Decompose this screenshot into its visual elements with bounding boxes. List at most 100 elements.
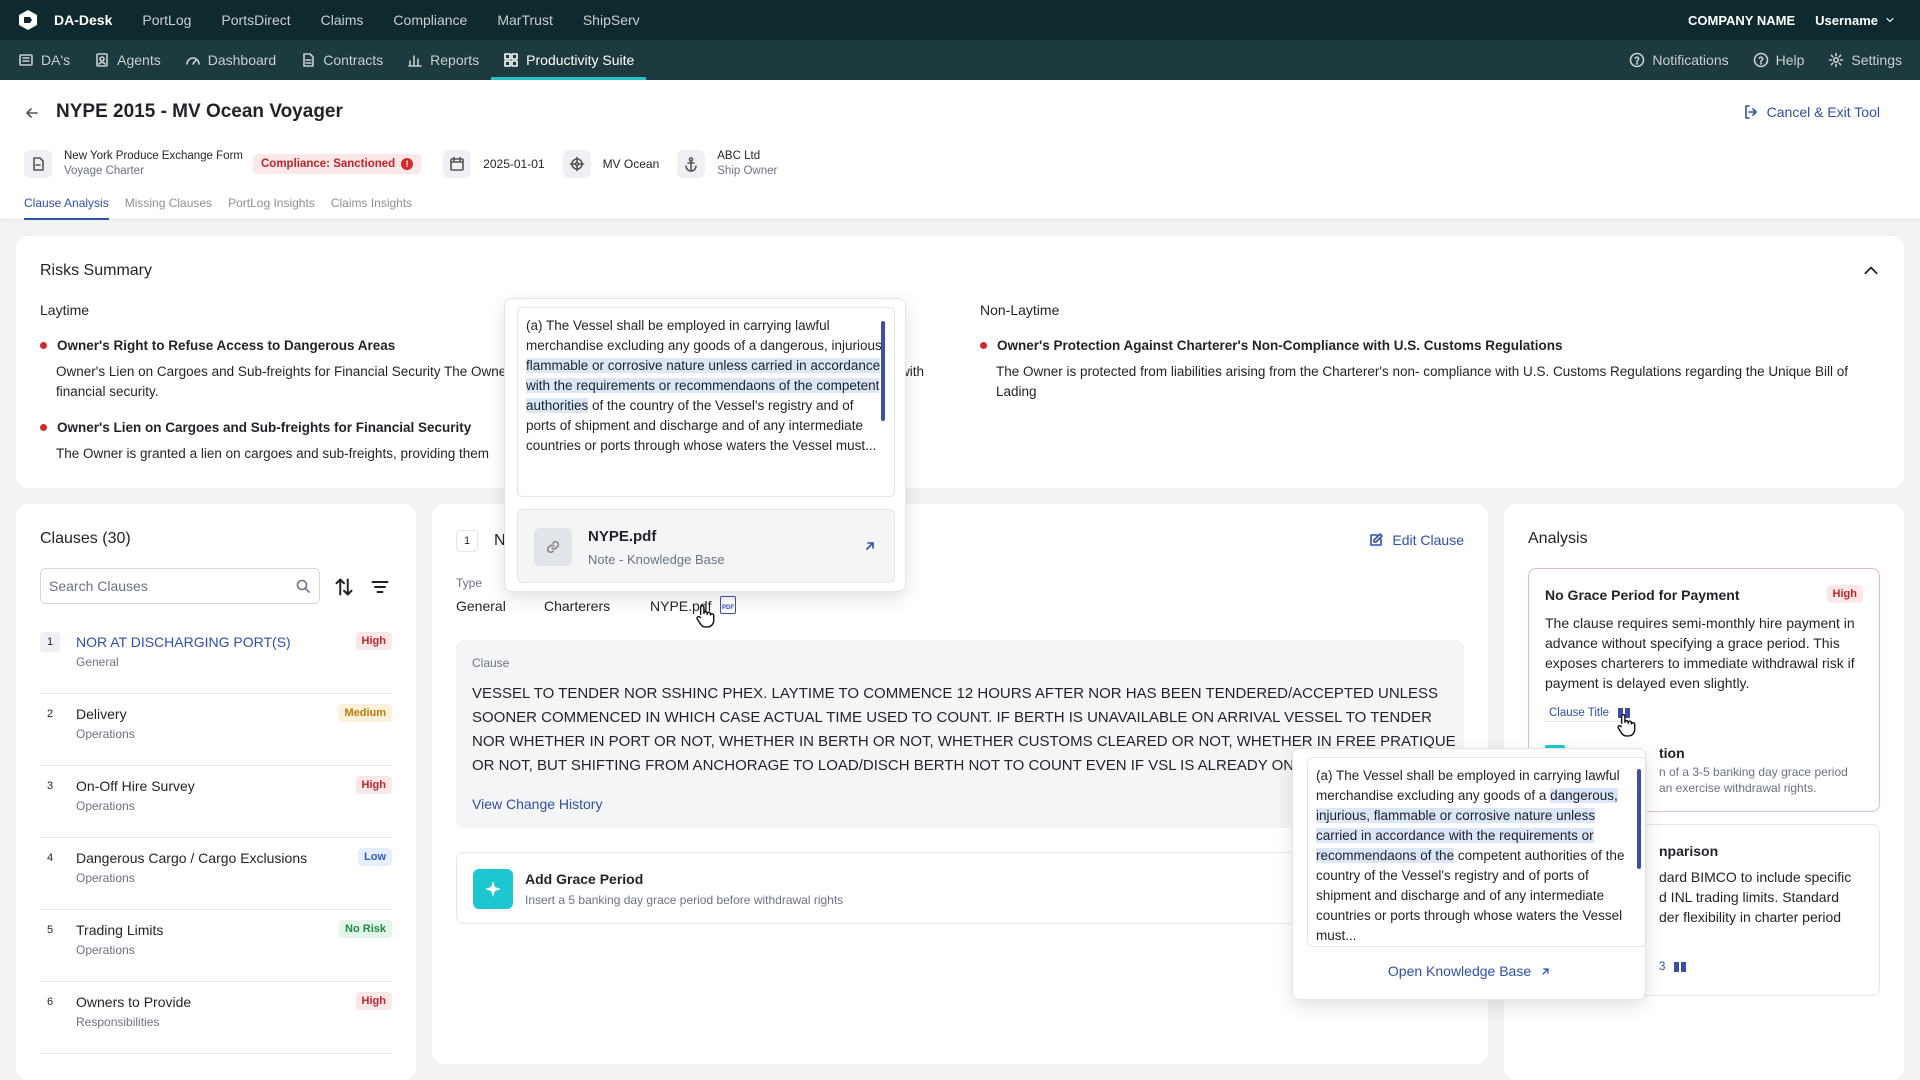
form-info: New York Produce Exchange Form Voyage Cha… — [64, 149, 243, 179]
settings-button[interactable]: Settings — [1816, 40, 1914, 80]
suggestion-title: Add Grace Period — [525, 871, 644, 887]
form-icon — [24, 150, 52, 178]
top-navigation: DA-Desk PortLog PortsDirect Claims Compl… — [0, 0, 1920, 40]
open-knowledge-base-link[interactable]: Open Knowledge Base — [1293, 963, 1647, 979]
cancel-exit-button[interactable]: Cancel & Exit Tool — [1743, 104, 1880, 120]
clause-label: Clause — [472, 656, 510, 670]
clause-number: 2 — [46, 708, 54, 720]
form-type: Voyage Charter — [64, 165, 144, 177]
subnav-label: DA's — [41, 52, 71, 68]
nav-link-claims[interactable]: Claims — [321, 12, 364, 28]
contract-meta: New York Produce Exchange Form Voyage Cha… — [24, 146, 787, 182]
calendar-icon — [443, 150, 472, 178]
party-value: Charterers — [544, 598, 611, 614]
agent-icon — [96, 53, 108, 67]
risk-title: Owner's Right to Refuse Access to Danger… — [40, 338, 395, 353]
clause-list-item[interactable]: 4 Dangerous Cargo / Cargo Exclusions Opera… — [40, 838, 392, 910]
risk-level-badge: High — [1826, 585, 1863, 603]
scrollbar-thumb[interactable] — [881, 321, 885, 421]
nav-link-compliance[interactable]: Compliance — [393, 12, 467, 28]
form-name: New York Produce Exchange Form — [64, 150, 243, 162]
gear-icon — [1829, 52, 1844, 68]
help-button[interactable]: Help — [1741, 40, 1817, 80]
sort-icon[interactable] — [334, 577, 354, 597]
risk-desc: Owner's Lien on Cargoes and Sub-freights… — [56, 364, 511, 379]
risk-desc: The Owner is granted a lien on cargoes a… — [56, 446, 489, 461]
risks-title: Risks Summary — [40, 262, 153, 279]
nav-link-martrust[interactable]: MarTrust — [497, 12, 552, 28]
tab-clause-analysis[interactable]: Clause Analysis — [24, 196, 109, 220]
file-attachment-card[interactable]: NYPE.pdf Note - Knowledge Base — [517, 509, 895, 583]
pdf-icon[interactable]: PDF — [720, 596, 736, 614]
file-subtitle: Note - Knowledge Base — [588, 552, 725, 567]
subnav-label: Agents — [117, 52, 161, 68]
comparison-reference-chip[interactable]: 3 — [1659, 961, 1687, 973]
nav-link-shipserv[interactable]: ShipServ — [583, 12, 640, 28]
arrow-left-icon[interactable] — [24, 105, 40, 121]
tab-portlog-insights[interactable]: PortLog Insights — [228, 196, 315, 220]
risk-title: Owner's Lien on Cargoes and Sub-freights… — [40, 420, 471, 435]
risk-level-badge: Medium — [338, 704, 392, 722]
clause-category: General — [76, 655, 119, 669]
subnav-item-productivity-suite[interactable]: Productivity Suite — [491, 40, 647, 80]
username-menu[interactable]: Username — [1815, 13, 1896, 28]
risk-desc: Lading — [996, 384, 1037, 399]
subnav-label: Help — [1775, 52, 1805, 68]
tab-missing-clauses[interactable]: Missing Clauses — [125, 196, 212, 220]
clause-list-item[interactable]: 2 Delivery Operations Medium — [40, 694, 392, 766]
search-placeholder: Search Clauses — [49, 578, 148, 594]
knowledge-base-popover: (a) The Vessel shall be employed in carr… — [1292, 748, 1647, 1000]
link-icon — [534, 528, 572, 566]
clause-list-item[interactable]: 5 Trading Limits Operations No Risk — [40, 910, 392, 982]
notifications-button[interactable]: Notifications — [1611, 40, 1740, 80]
clause-list-item[interactable]: 3 On-Off Hire Survey Operations High — [40, 766, 392, 838]
clause-title: Trading Limits — [76, 922, 164, 938]
clause-category: Operations — [76, 799, 135, 813]
subnav-item-das[interactable]: DA's — [0, 40, 82, 80]
type-label: Type — [456, 576, 483, 590]
external-link-icon[interactable] — [862, 538, 878, 554]
edit-clause-button[interactable]: Edit Clause — [1368, 532, 1464, 548]
risk-title: Owner's Protection Against Charterer's N… — [980, 338, 1563, 353]
view-change-history-link[interactable]: View Change History — [472, 796, 602, 812]
clause-category: Operations — [76, 943, 135, 957]
username-label: Username — [1815, 12, 1878, 28]
search-input[interactable]: Search Clauses — [40, 568, 320, 604]
nav-link-portlog[interactable]: PortLog — [142, 12, 191, 28]
recommendation-title: tion — [1659, 745, 1685, 761]
subnav-item-contracts[interactable]: Contracts — [288, 40, 395, 80]
risks-summary-card: Risks Summary Laytime Non-Laytime Owner'… — [16, 236, 1904, 488]
compliance-badge[interactable]: Compliance: Sanctioned! — [252, 154, 422, 174]
alert-icon: ! — [401, 158, 414, 170]
external-link-icon — [1542, 967, 1549, 975]
scrollbar-thumb[interactable] — [1637, 769, 1641, 869]
clause-list-item[interactable]: 1 NOR AT DISCHARGING PORT(S) General High — [40, 622, 392, 694]
owner-role: Ship Owner — [717, 165, 778, 177]
clause-number: 3 — [46, 780, 54, 792]
analysis-card-desc: The clause requires semi-monthly hire pa… — [1545, 615, 1855, 691]
tab-claims-insights[interactable]: Claims Insights — [331, 196, 412, 220]
subnav-item-dashboard[interactable]: Dashboard — [173, 40, 289, 80]
clause-number: 1 — [456, 530, 478, 552]
comparison-desc: dard BIMCO to include specific — [1659, 869, 1852, 885]
book-icon — [1674, 962, 1687, 972]
clause-list-item[interactable]: 6 Owners to Provide Responsibilities High — [40, 982, 392, 1054]
clause-category: Operations — [76, 871, 135, 885]
document-icon — [303, 53, 315, 67]
clause-line: VESSEL TO TENDER NOR SSHINC PHEX. LAYTIM… — [472, 685, 1439, 702]
edit-clause-label: Edit Clause — [1392, 532, 1464, 548]
edit-icon — [1370, 533, 1384, 546]
chevron-up-icon[interactable] — [1862, 262, 1880, 280]
anchor-icon — [677, 150, 706, 178]
clause-category: Operations — [76, 727, 135, 741]
subnav-item-agents[interactable]: Agents — [82, 40, 173, 80]
subnav-label: Reports — [430, 52, 480, 68]
app-logo-icon[interactable] — [16, 8, 40, 32]
owner-info: ABC Ltd Ship Owner — [717, 149, 777, 179]
brand-link[interactable]: DA-Desk — [54, 12, 112, 28]
filter-icon[interactable] — [370, 577, 390, 597]
excerpt-text: (a) The Vessel shall be employed in carr… — [526, 318, 886, 353]
subnav-item-reports[interactable]: Reports — [395, 40, 491, 80]
account-area: COMPANY NAME Username — [1688, 13, 1896, 28]
nav-link-portsdirect[interactable]: PortsDirect — [221, 12, 290, 28]
